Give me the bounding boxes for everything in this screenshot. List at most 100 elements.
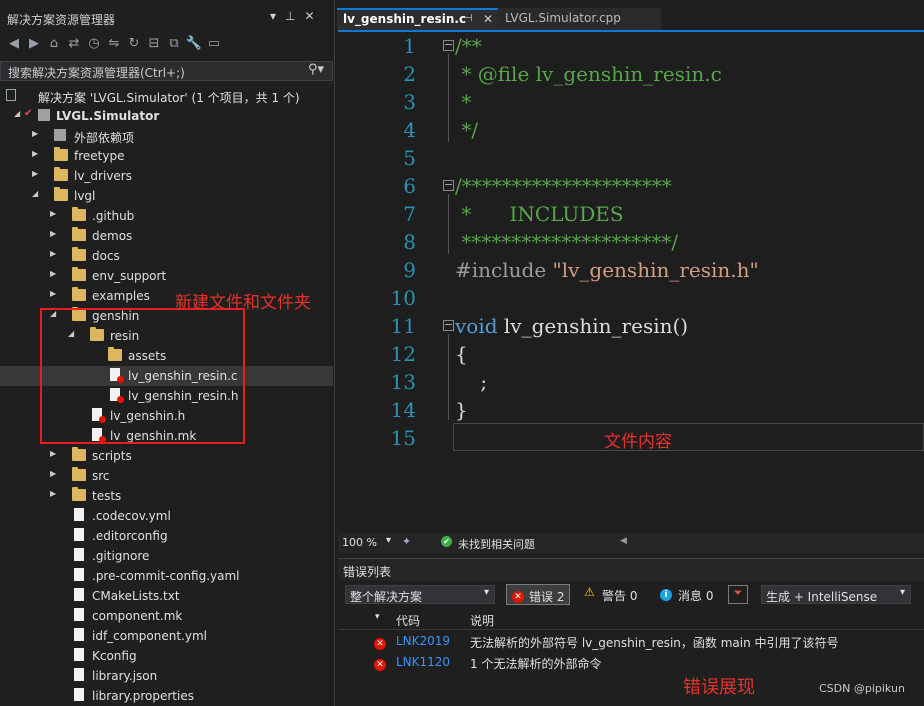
file-icon [74, 648, 84, 661]
zoom-level[interactable]: 100 % [342, 536, 377, 549]
collapse-toggle-icon[interactable]: − [443, 39, 454, 51]
properties-icon[interactable]: 🔧 [184, 36, 204, 51]
code-line-3: * [455, 90, 472, 114]
folder-icon [72, 267, 86, 281]
home-icon[interactable]: ⌂ [44, 36, 64, 51]
error-icon: ✕ [374, 656, 386, 671]
code-line-2: * @file lv_genshin_resin.c [455, 62, 722, 86]
tree-item[interactable]: CMakeLists.txt [0, 586, 333, 606]
collapse-arrow-icon[interactable]: ▶ [50, 289, 56, 298]
sort-icon[interactable]: ▾ [375, 612, 380, 622]
close-icon[interactable]: ✕ [304, 9, 314, 23]
collapse-arrow-icon[interactable]: ▶ [32, 169, 38, 178]
collapse-toggle-icon[interactable]: − [443, 319, 454, 331]
scope-dropdown[interactable]: 整个解决方案 ▾ [345, 585, 495, 604]
folder-icon [72, 467, 86, 481]
pin-icon[interactable]: ⊥ [285, 9, 295, 23]
tree-item[interactable]: ◢ lvgl [0, 186, 333, 206]
expand-arrow-icon[interactable]: ◢ [14, 109, 20, 118]
line-number: 2 [403, 62, 416, 86]
switch-view-icon[interactable]: ⇄ [64, 36, 84, 51]
tree-item[interactable]: ▶ tests [0, 486, 333, 506]
annotation-file-content: 文件内容 [604, 432, 672, 452]
forward-icon[interactable]: ▶ [24, 36, 44, 51]
collapse-toggle-icon[interactable]: − [443, 179, 454, 191]
build-filter-dropdown[interactable]: 生成 + IntelliSense ▾ [761, 585, 911, 604]
tree-item[interactable]: Kconfig [0, 646, 333, 666]
preview-icon[interactable]: ▭ [204, 36, 224, 51]
column-description[interactable]: 说明 [470, 612, 494, 629]
folder-icon [54, 147, 68, 161]
file-icon [74, 588, 84, 601]
pin-icon[interactable]: ⊣ [464, 13, 473, 24]
collapse-arrow-icon[interactable]: ▶ [50, 489, 56, 498]
collapse-all-icon[interactable]: ⊟ [144, 36, 164, 51]
close-icon[interactable]: ✕ [483, 12, 493, 26]
show-all-files-icon[interactable]: ⧉ [164, 36, 184, 51]
tab-lv-genshin-resin-c[interactable]: lv_genshin_resin.c ⊣ ✕ [337, 8, 498, 30]
error-row[interactable]: ✕ LNK1120 1 个无法解析的外部命令 [338, 652, 924, 673]
dropdown-icon[interactable]: ▾ [270, 9, 276, 23]
tree-item[interactable]: ▶ src [0, 466, 333, 486]
sync-icon[interactable]: ⇋ [104, 36, 124, 51]
tree-item[interactable]: ▶ 外部依赖项 [0, 126, 333, 146]
tree-item[interactable]: component.mk [0, 606, 333, 626]
tab-lvgl-simulator-cpp[interactable]: LVGL.Simulator.cpp [498, 8, 661, 30]
collapse-arrow-icon[interactable]: ▶ [50, 469, 56, 478]
collapse-arrow-icon[interactable]: ▶ [50, 249, 56, 258]
line-number: 9 [403, 258, 416, 282]
messages-filter-button[interactable]: 消息 0 [678, 587, 713, 604]
tree-item[interactable]: .gitignore [0, 546, 333, 566]
outline-guide [448, 54, 449, 142]
project-icon [38, 109, 50, 121]
column-code[interactable]: 代码 [396, 612, 420, 629]
line-number: 8 [403, 230, 416, 254]
file-icon [74, 528, 84, 541]
copilot-icon[interactable]: ✦ [402, 535, 411, 548]
annotation-box [40, 308, 245, 444]
tree-item[interactable]: .editorconfig [0, 526, 333, 546]
tree-item[interactable]: .pre-commit-config.yaml [0, 566, 333, 586]
collapse-arrow-icon[interactable]: ▶ [50, 229, 56, 238]
error-row[interactable]: ✕ LNK2019 无法解析的外部符号 lv_genshin_resin，函数 … [338, 631, 924, 652]
collapse-arrow-icon[interactable]: ▶ [50, 209, 56, 218]
folder-icon [54, 187, 68, 201]
tree-item[interactable]: ▶ freetype [0, 146, 333, 166]
solution-node[interactable]: 解决方案 'LVGL.Simulator' (1 个项目，共 1 个) [0, 86, 333, 106]
panel-title: 解决方案资源管理器 [7, 13, 116, 27]
tree-item[interactable]: ▶ scripts [0, 446, 333, 466]
check-icon: ✔ [24, 108, 33, 119]
zoom-dropdown-icon[interactable]: ▾ [386, 535, 391, 546]
tree-item[interactable]: ▶ docs [0, 246, 333, 266]
pending-changes-icon[interactable]: ◷ [84, 36, 104, 51]
line-number: 15 [390, 426, 416, 450]
search-input[interactable]: 搜索解决方案资源管理器(Ctrl+;) ⚲▾ [0, 61, 333, 81]
tree-item[interactable]: ▶ .github [0, 206, 333, 226]
collapse-arrow-icon[interactable]: ▶ [50, 269, 56, 278]
tree-item[interactable]: idf_component.yml [0, 626, 333, 646]
tree-item[interactable]: .codecov.yml [0, 506, 333, 526]
code-line-7: * INCLUDES [455, 202, 624, 226]
filter-icon[interactable]: ⏷ [728, 585, 748, 604]
project-node[interactable]: ◢ ✔ LVGL.Simulator [0, 106, 333, 126]
code-line-14: } [455, 398, 468, 422]
tree-item[interactable]: library.properties [0, 686, 333, 706]
warnings-filter-button[interactable]: 警告 0 [602, 587, 637, 604]
tree-item[interactable]: ▶ env_support [0, 266, 333, 286]
tree-item[interactable]: ▶ lv_drivers [0, 166, 333, 186]
chevron-down-icon: ▾ [899, 587, 905, 598]
refresh-icon[interactable]: ↻ [124, 36, 144, 51]
line-number: 11 [390, 314, 416, 338]
collapse-arrow-icon[interactable]: ▶ [50, 449, 56, 458]
collapse-arrow-icon[interactable]: ▶ [32, 129, 38, 138]
scroll-left-icon[interactable]: ◀ [620, 536, 627, 546]
warning-icon: ⚠ [584, 585, 595, 599]
code-line-1: /** [455, 34, 482, 58]
errors-filter-button[interactable]: ✕ 错误 2 [506, 584, 570, 605]
back-icon[interactable]: ◀ [4, 36, 24, 51]
expand-arrow-icon[interactable]: ◢ [32, 189, 38, 198]
editor-status-bar: 100 % ▾ ✦ ✔ 未找到相关问题 ◀ [338, 533, 924, 553]
tree-item[interactable]: library.json [0, 666, 333, 686]
collapse-arrow-icon[interactable]: ▶ [32, 149, 38, 158]
tree-item[interactable]: ▶ demos [0, 226, 333, 246]
